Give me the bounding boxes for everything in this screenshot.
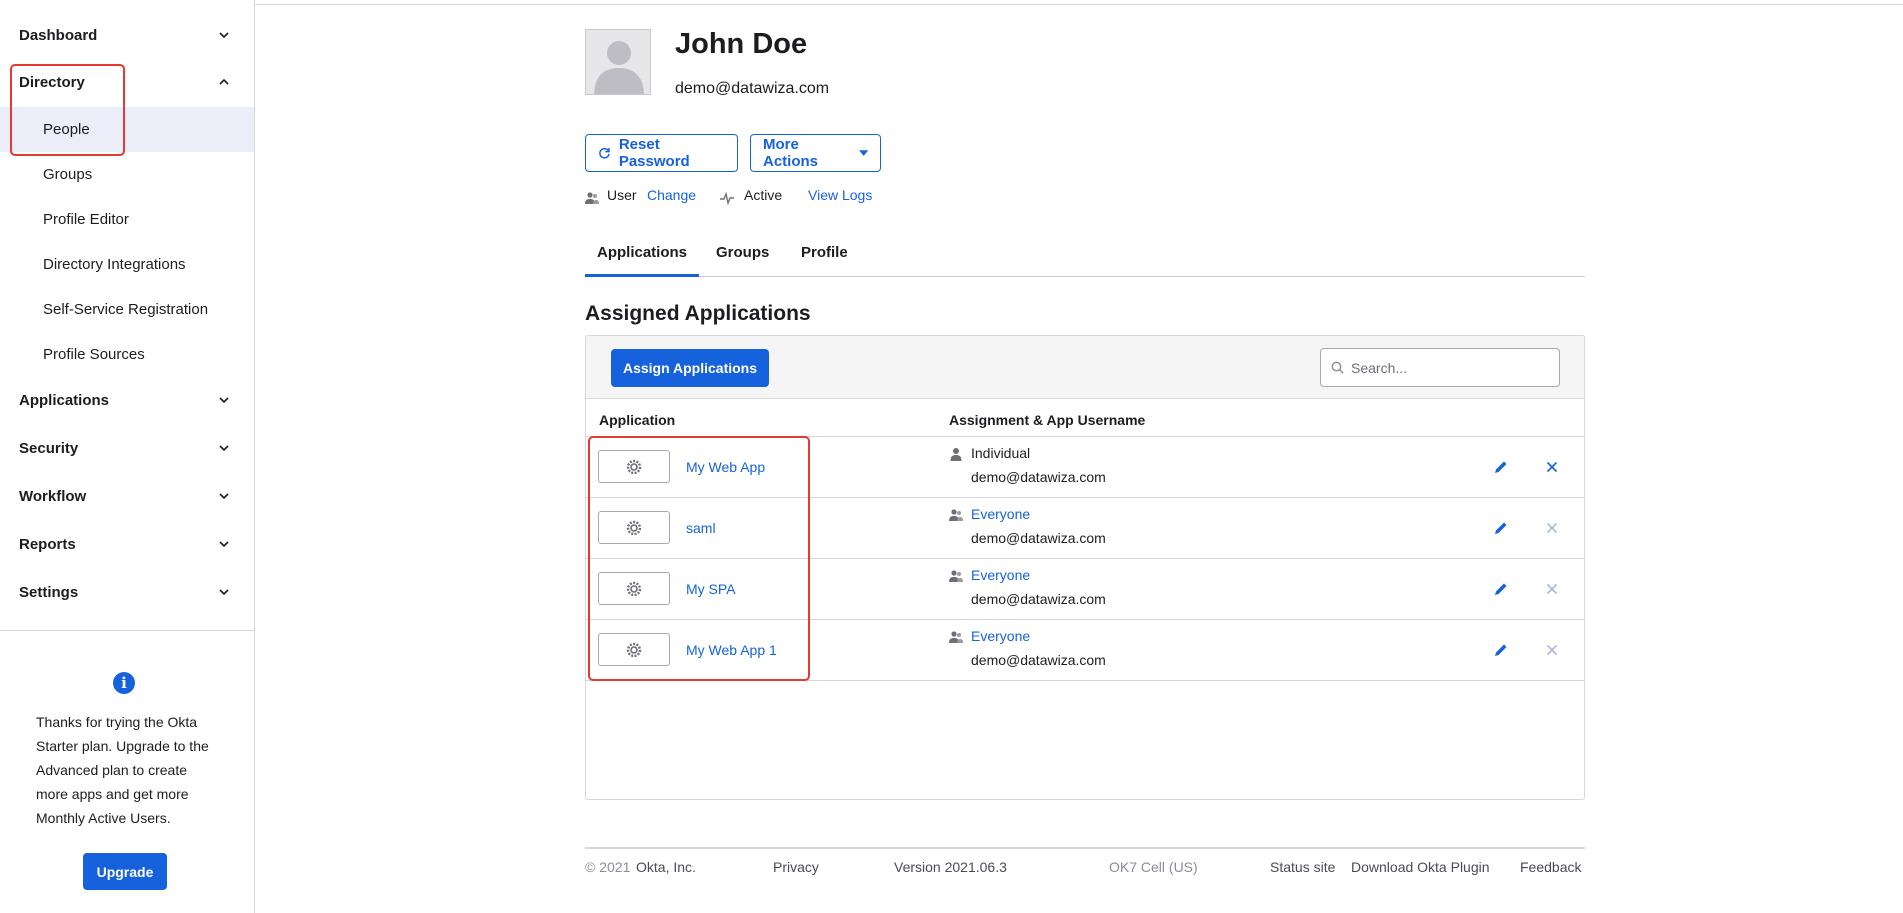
nav-workflow-label: Workflow: [19, 487, 87, 505]
group-icon: [949, 631, 963, 643]
chevron-down-icon: [219, 397, 229, 404]
footer-divider: [585, 847, 1585, 849]
footer-company: Okta, Inc.: [636, 859, 696, 875]
nav-settings-label: Settings: [19, 583, 79, 601]
app-username: demo@datawiza.com: [971, 591, 1106, 607]
chevron-down-icon: [219, 32, 229, 39]
nav-security-label: Security: [19, 439, 79, 457]
chevron-down-icon: [219, 445, 229, 452]
upgrade-button[interactable]: Upgrade: [83, 853, 167, 890]
nav-applications-label: Applications: [19, 391, 110, 409]
search-placeholder: Search...: [1351, 359, 1408, 376]
close-icon: [1546, 644, 1558, 656]
user-status-label: Active: [744, 187, 783, 203]
more-actions-label: More Actions: [763, 136, 819, 170]
more-actions-button[interactable]: More Actions: [750, 134, 881, 172]
sidebar-item-profile-sources[interactable]: Profile Sources: [0, 332, 254, 377]
footer-feedback-link[interactable]: Feedback: [1520, 859, 1581, 875]
nav-settings[interactable]: Settings: [0, 572, 255, 612]
footer-download-plugin-link[interactable]: Download Okta Plugin: [1351, 859, 1490, 875]
promo-text: Thanks for trying the Okta Starter plan.…: [36, 714, 209, 826]
chevron-down-icon: [219, 589, 229, 596]
footer-status-site-link[interactable]: Status site: [1270, 859, 1335, 875]
footer-cell: OK7 Cell (US): [1109, 859, 1198, 875]
info-icon: i: [113, 672, 135, 694]
sidebar-item-directory-integrations[interactable]: Directory Integrations: [0, 242, 254, 287]
nav-applications[interactable]: Applications: [0, 380, 255, 420]
view-logs-link[interactable]: View Logs: [808, 187, 872, 203]
nav-security[interactable]: Security: [0, 428, 255, 468]
assignment-group-link[interactable]: Everyone: [971, 506, 1030, 522]
group-icon: [949, 570, 963, 582]
directory-highlight-box: [10, 64, 125, 156]
footer-version: Version 2021.06.3: [894, 859, 1007, 875]
applications-highlight-box: [588, 436, 810, 681]
user-name: John Doe: [675, 28, 808, 60]
user-placeholder-icon: [594, 41, 644, 94]
header-divider: [255, 4, 1903, 5]
assignment-group-link[interactable]: Everyone: [971, 628, 1030, 644]
nav-dashboard-label: Dashboard: [19, 26, 98, 44]
sidebar-divider: [0, 630, 254, 631]
tab-profile[interactable]: Profile: [801, 244, 848, 277]
user-email: demo@datawiza.com: [675, 80, 830, 97]
footer-privacy-link[interactable]: Privacy: [773, 859, 819, 875]
sidebar-item-label: Directory Integrations: [43, 256, 186, 273]
user-type-icon: [585, 192, 599, 204]
assignment-group-link[interactable]: Everyone: [971, 567, 1030, 583]
app-username: demo@datawiza.com: [971, 530, 1106, 546]
change-user-type-link[interactable]: Change: [647, 187, 696, 203]
caret-down-icon: [858, 150, 868, 156]
close-icon: [1546, 583, 1558, 595]
sidebar-item-groups[interactable]: Groups: [0, 152, 254, 197]
app-username: demo@datawiza.com: [971, 652, 1106, 668]
tab-groups[interactable]: Groups: [716, 244, 769, 277]
sidebar-item-label: Profile Editor: [43, 211, 129, 228]
group-icon: [949, 509, 963, 521]
activity-icon: [720, 191, 734, 205]
refresh-icon: [599, 147, 610, 159]
close-icon: [1546, 522, 1558, 534]
sidebar-item-label: Groups: [43, 166, 93, 183]
nav-reports-label: Reports: [19, 535, 76, 553]
column-header-assignment: Assignment & App Username: [949, 412, 1146, 428]
sidebar-item-label: Self-Service Registration: [43, 301, 209, 318]
chevron-down-icon: [219, 493, 229, 500]
app-username: demo@datawiza.com: [971, 469, 1106, 485]
panel-toolbar: Assign Applications Search...: [586, 336, 1584, 399]
sidebar-item-self-service-registration[interactable]: Self-Service Registration: [0, 287, 254, 332]
user-type-label: User: [607, 187, 637, 203]
assigned-applications-title: Assigned Applications: [585, 302, 811, 325]
sidebar-item-label: Profile Sources: [43, 346, 145, 363]
pencil-icon[interactable]: [1493, 581, 1509, 597]
pencil-icon[interactable]: [1493, 459, 1509, 475]
assign-applications-button[interactable]: Assign Applications: [611, 349, 769, 387]
reset-password-button[interactable]: Reset Password: [585, 134, 738, 172]
nav-dashboard[interactable]: Dashboard: [0, 15, 255, 55]
tab-applications[interactable]: Applications: [585, 244, 700, 277]
pencil-icon[interactable]: [1493, 642, 1509, 658]
nav-workflow[interactable]: Workflow: [0, 476, 255, 516]
nav-reports[interactable]: Reports: [0, 524, 255, 564]
close-icon[interactable]: [1545, 460, 1559, 474]
sidebar-item-profile-editor[interactable]: Profile Editor: [0, 197, 254, 242]
chevron-down-icon: [219, 541, 229, 548]
chevron-up-icon: [219, 78, 229, 85]
assignment-type: Individual: [971, 445, 1031, 461]
pencil-icon[interactable]: [1493, 520, 1509, 536]
reset-password-label: Reset Password: [618, 136, 690, 170]
footer-copyright: © 2021: [585, 859, 631, 875]
search-icon: [1331, 361, 1344, 374]
search-input[interactable]: Search...: [1320, 348, 1560, 387]
individual-user-icon: [950, 448, 962, 461]
column-header-application: Application: [599, 412, 676, 428]
avatar: [585, 29, 651, 95]
profile-tabs: Applications Groups Profile: [585, 240, 1585, 277]
